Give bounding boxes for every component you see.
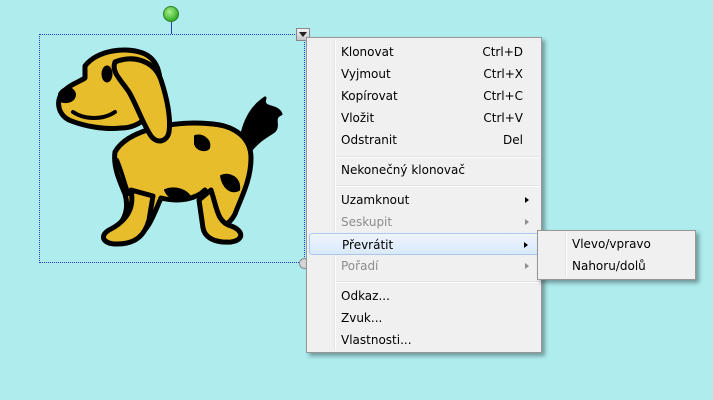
menu-item-shortcut: Ctrl+X: [483, 67, 523, 81]
menu-item-link[interactable]: Odkaz...: [309, 285, 539, 307]
submenu-item-flip-vertical[interactable]: Nahoru/dolů: [540, 255, 693, 277]
menu-item-label: Zvuk...: [341, 311, 383, 325]
menu-separator: [336, 185, 539, 186]
menu-item-label: Nekonečný klonovač: [341, 163, 465, 177]
submenu-item-flip-horizontal[interactable]: Vlevo/vpravo: [540, 233, 693, 255]
submenu-arrow-icon: [525, 263, 529, 269]
menu-item-label: Vlastnosti...: [341, 333, 412, 347]
submenu-arrow-icon: [525, 219, 529, 225]
menu-separator: [336, 281, 539, 282]
menu-item-copy[interactable]: Kopírovat Ctrl+C: [309, 85, 539, 107]
menu-item-label: Seskupit: [341, 215, 393, 229]
menu-item-label: Nahoru/dolů: [572, 259, 646, 273]
menu-item-paste[interactable]: Vložit Ctrl+V: [309, 107, 539, 129]
flip-submenu: Vlevo/vpravo Nahoru/dolů: [537, 230, 696, 280]
context-menu: Klonovat Ctrl+D Vyjmout Ctrl+X Kopírovat…: [306, 37, 542, 353]
menu-item-label: Odstranit: [341, 133, 397, 147]
dog-image[interactable]: [45, 40, 290, 250]
menu-item-properties[interactable]: Vlastnosti...: [309, 329, 539, 351]
menu-item-sound[interactable]: Zvuk...: [309, 307, 539, 329]
menu-item-shortcut: Ctrl+C: [483, 89, 523, 103]
menu-item-infinite-cloner[interactable]: Nekonečný klonovač: [309, 159, 539, 181]
menu-item-clone[interactable]: Klonovat Ctrl+D: [309, 41, 539, 63]
menu-separator: [336, 156, 539, 157]
menu-item-flip[interactable]: Převrátit: [309, 233, 539, 255]
rotate-handle-stem: [171, 22, 172, 34]
menu-item-label: Pořadí: [341, 259, 379, 273]
menu-item-label: Odkaz...: [341, 289, 390, 303]
menu-item-label: Převrátit: [342, 238, 394, 252]
menu-item-order[interactable]: Pořadí: [309, 255, 539, 277]
menu-item-label: Klonovat: [341, 45, 394, 59]
menu-item-shortcut: Ctrl+V: [483, 111, 523, 125]
submenu-arrow-icon: [524, 242, 528, 248]
menu-item-group[interactable]: Seskupit: [309, 211, 539, 233]
menu-item-label: Vložit: [341, 111, 375, 125]
menu-item-label: Vyjmout: [341, 67, 391, 81]
submenu-arrow-icon: [525, 197, 529, 203]
menu-item-shortcut: Ctrl+D: [482, 45, 523, 59]
menu-item-label: Vlevo/vpravo: [572, 237, 651, 251]
menu-item-shortcut: Del: [503, 133, 523, 147]
menu-item-label: Kopírovat: [341, 89, 398, 103]
rotate-handle-icon[interactable]: [163, 6, 179, 22]
menu-item-label: Uzamknout: [341, 193, 410, 207]
menu-item-lock[interactable]: Uzamknout: [309, 189, 539, 211]
menu-item-delete[interactable]: Odstranit Del: [309, 129, 539, 151]
menu-item-cut[interactable]: Vyjmout Ctrl+X: [309, 63, 539, 85]
